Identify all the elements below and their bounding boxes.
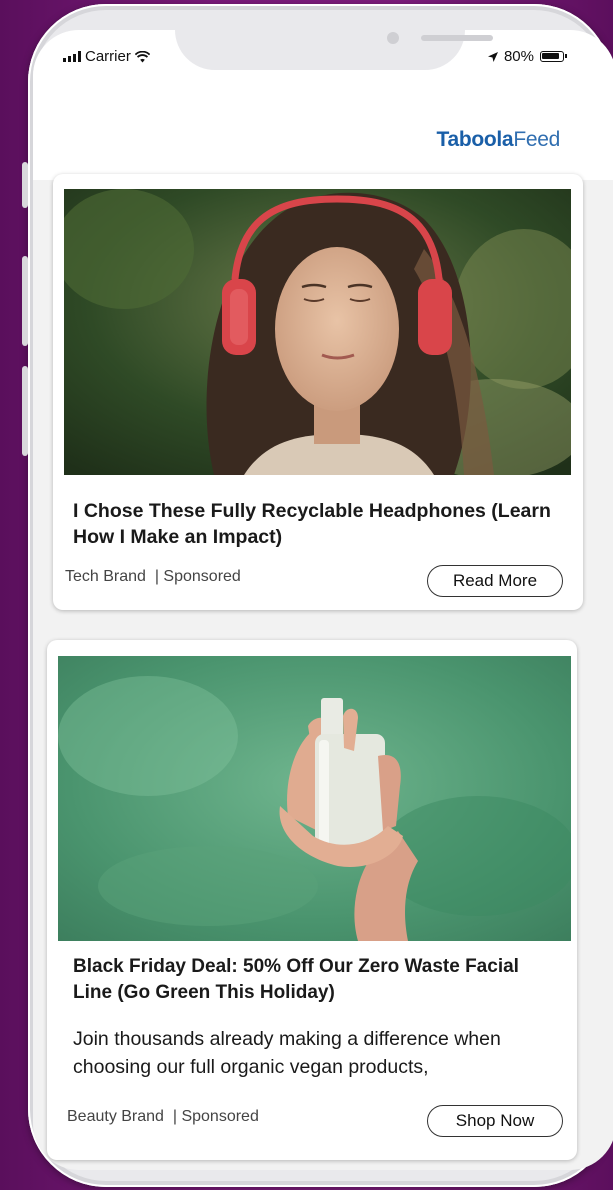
status-bar-right: 80%	[487, 48, 567, 65]
card-image-bottle[interactable]	[58, 656, 571, 941]
location-arrow-icon	[487, 51, 498, 62]
sponsored-label: | Sponsored	[154, 568, 241, 585]
phone-side-button	[22, 162, 28, 208]
card-meta: Beauty Brand | Sponsored	[67, 1108, 259, 1126]
card-description[interactable]: Join thousands already making a differen…	[73, 1025, 563, 1081]
card-image-headphones[interactable]	[64, 189, 571, 475]
brand-name: Beauty Brand	[67, 1108, 164, 1125]
status-bar-left: Carrier	[63, 48, 150, 65]
feed-card-headphones[interactable]: I Chose These Fully Recyclable Headphone…	[53, 174, 583, 610]
carrier-label: Carrier	[85, 48, 131, 65]
wifi-icon	[134, 50, 150, 62]
card-title[interactable]: Black Friday Deal: 50% Off Our Zero Wast…	[73, 954, 563, 1006]
signal-icon	[63, 51, 81, 62]
phone-volume-down-button	[22, 366, 28, 456]
camera-icon	[387, 32, 399, 44]
read-more-button[interactable]: Read More	[427, 565, 563, 597]
feed-card-facial-line[interactable]: Black Friday Deal: 50% Off Our Zero Wast…	[47, 640, 577, 1160]
speaker-icon	[421, 35, 493, 41]
card-title[interactable]: I Chose These Fully Recyclable Headphone…	[73, 498, 573, 550]
sponsored-label: | Sponsored	[172, 1108, 259, 1125]
phone-volume-up-button	[22, 256, 28, 346]
brand-name: Tech Brand	[65, 568, 146, 585]
card-meta: Tech Brand | Sponsored	[65, 568, 241, 586]
battery-icon	[540, 51, 567, 62]
battery-percent: 80%	[503, 48, 534, 65]
taboola-feed-logo: TaboolaFeed	[436, 128, 560, 151]
phone-notch	[175, 30, 493, 70]
phone-screen: Carrier 80% TaboolaFeed I Chose These Fu…	[33, 30, 613, 1170]
shop-now-button[interactable]: Shop Now	[427, 1105, 563, 1137]
